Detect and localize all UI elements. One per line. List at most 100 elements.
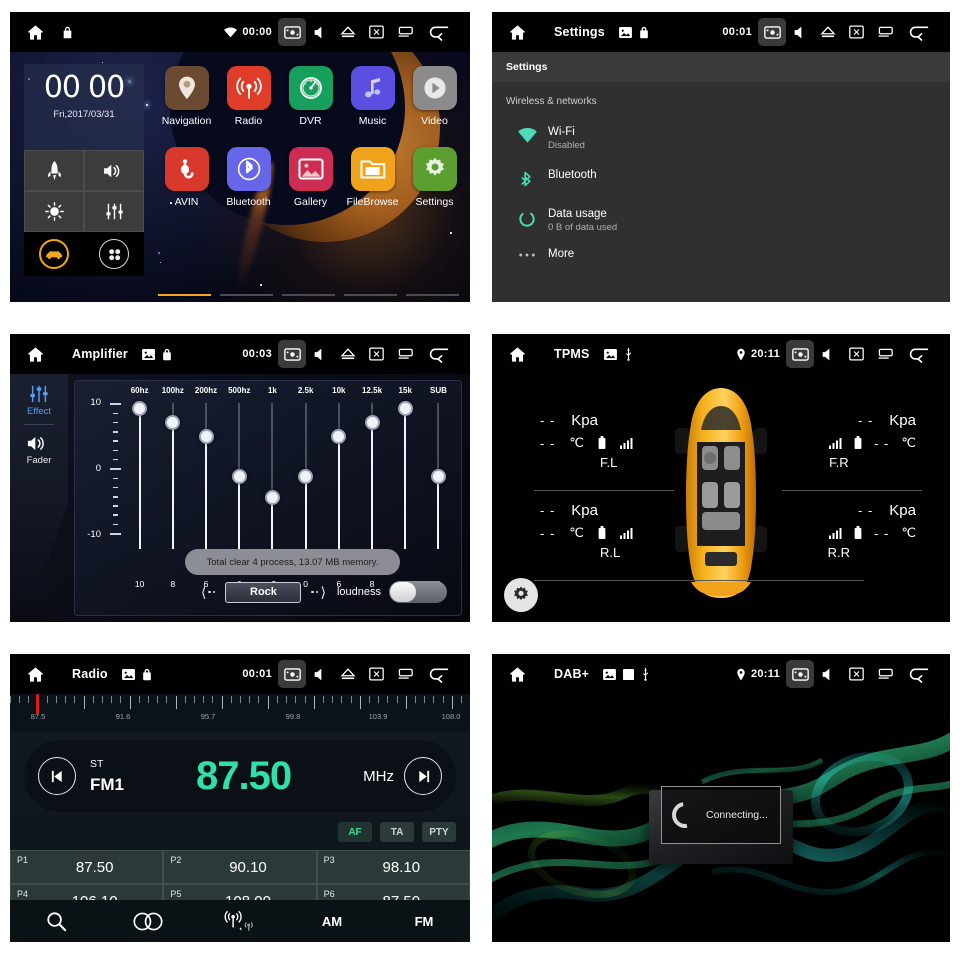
close-window-icon[interactable]	[362, 660, 390, 688]
screenshot-icon[interactable]	[278, 660, 306, 688]
app-music[interactable]: Music	[342, 66, 403, 127]
screenshot-icon[interactable]	[278, 340, 306, 368]
eq-slider-12-5k[interactable]	[355, 403, 388, 549]
loudness-toggle[interactable]	[389, 581, 447, 603]
recent-apps-icon[interactable]	[870, 340, 898, 368]
app-bluetooth[interactable]: Bluetooth	[218, 147, 279, 208]
screenshot-icon[interactable]	[758, 18, 786, 46]
next-station-button[interactable]	[404, 757, 442, 795]
tpms-wheel-fl[interactable]: - - Kpa - - ℃ F.L	[540, 412, 633, 470]
back-icon[interactable]	[898, 18, 938, 46]
apps-icon[interactable]	[84, 232, 144, 276]
preset-p1[interactable]: P1 87.50	[10, 850, 164, 884]
eject-icon[interactable]	[814, 18, 842, 46]
preset-p3[interactable]: P3 98.10	[316, 850, 470, 884]
clock-widget[interactable]: 00 00 Fri,2017/03/31	[24, 64, 144, 276]
tpms-wheel-rr[interactable]: - - Kpa - - ℃ R.R	[828, 502, 916, 560]
eq-slider-100hz[interactable]	[156, 403, 189, 549]
ta-button[interactable]: TA	[380, 822, 414, 842]
stereo-button[interactable]	[102, 912, 194, 931]
app-video[interactable]: Video	[404, 66, 465, 127]
tpms-wheel-fr[interactable]: - - Kpa - - ℃ F.R	[829, 412, 916, 470]
back-icon[interactable]	[418, 340, 458, 368]
app-avin[interactable]: AVIN	[156, 147, 217, 208]
back-icon[interactable]	[898, 660, 938, 688]
rocket-icon[interactable]	[24, 150, 84, 191]
brightness-icon[interactable]	[24, 191, 84, 232]
eject-icon[interactable]	[334, 18, 362, 46]
band-label[interactable]: FM1	[90, 775, 124, 795]
home-icon[interactable]	[22, 661, 48, 687]
recent-apps-icon[interactable]	[390, 340, 418, 368]
recent-apps-icon[interactable]	[870, 660, 898, 688]
app-filebrowse[interactable]: FileBrowse	[342, 147, 403, 208]
home-icon[interactable]	[504, 341, 530, 367]
mute-icon[interactable]	[306, 340, 334, 368]
screenshot-icon[interactable]	[786, 340, 814, 368]
equalizer-icon[interactable]	[84, 191, 144, 232]
rail-item-fader[interactable]: Fader	[10, 434, 68, 466]
eq-slider-sub[interactable]	[422, 403, 455, 549]
previous-station-button[interactable]	[38, 757, 76, 795]
mute-icon[interactable]	[786, 18, 814, 46]
back-icon[interactable]	[418, 18, 458, 46]
page-dot[interactable]	[344, 293, 397, 296]
recent-apps-icon[interactable]	[870, 18, 898, 46]
back-icon[interactable]	[418, 660, 458, 688]
close-window-icon[interactable]	[842, 340, 870, 368]
app-dvr[interactable]: DVR	[280, 66, 341, 127]
page-dot[interactable]	[158, 293, 211, 296]
back-icon[interactable]	[898, 340, 938, 368]
eject-icon[interactable]	[334, 340, 362, 368]
home-icon[interactable]	[22, 19, 48, 45]
app-navigation[interactable]: Navigation	[156, 66, 217, 127]
mute-icon[interactable]	[306, 18, 334, 46]
app-settings[interactable]: Settings	[404, 147, 465, 208]
mute-icon[interactable]	[814, 660, 842, 688]
page-dot[interactable]	[406, 293, 459, 296]
tpms-settings-button[interactable]	[504, 578, 538, 612]
settings-item-more[interactable]: More	[492, 242, 950, 260]
pty-button[interactable]: PTY	[422, 822, 456, 842]
close-window-icon[interactable]	[842, 660, 870, 688]
fm-button[interactable]: FM	[378, 914, 470, 929]
eq-slider-500hz[interactable]	[223, 403, 256, 549]
eq-slider-1k[interactable]	[256, 403, 289, 549]
page-dot[interactable]	[282, 293, 335, 296]
preset-p2[interactable]: P2 90.10	[163, 850, 317, 884]
eq-slider-2-5k[interactable]	[289, 403, 322, 549]
app-gallery[interactable]: Gallery	[280, 147, 341, 208]
close-window-icon[interactable]	[362, 18, 390, 46]
recent-apps-icon[interactable]	[390, 660, 418, 688]
rail-item-effect[interactable]: Effect	[10, 384, 68, 417]
search-button[interactable]	[10, 911, 102, 932]
close-window-icon[interactable]	[362, 340, 390, 368]
volume-icon[interactable]	[84, 150, 144, 191]
prev-preset-button[interactable]: ⟨	[201, 584, 216, 601]
settings-item-wifi[interactable]: Wi-Fi Disabled	[492, 117, 950, 160]
mute-icon[interactable]	[814, 340, 842, 368]
eject-icon[interactable]	[334, 660, 362, 688]
home-icon[interactable]	[22, 341, 48, 367]
preset-name[interactable]: Rock	[225, 581, 302, 603]
next-preset-button[interactable]: ⟩	[311, 584, 326, 601]
screenshot-icon[interactable]	[278, 18, 306, 46]
home-icon[interactable]	[504, 19, 530, 45]
mute-icon[interactable]	[306, 660, 334, 688]
close-window-icon[interactable]	[842, 18, 870, 46]
page-dot[interactable]	[220, 293, 273, 296]
frequency-ruler[interactable]: 87.5 91.6 95.7 99.8 103.9 108.0	[10, 694, 470, 732]
recent-apps-icon[interactable]	[390, 18, 418, 46]
eq-slider-60hz[interactable]	[123, 401, 156, 549]
car-icon[interactable]	[24, 232, 84, 276]
tpms-wheel-rl[interactable]: - - Kpa - - ℃ R.L	[540, 502, 633, 560]
screenshot-icon[interactable]	[786, 660, 814, 688]
settings-item-data-usage[interactable]: Data usage 0 B of data used	[492, 199, 950, 242]
af-button[interactable]: AF	[338, 822, 372, 842]
eq-slider-10k[interactable]	[322, 403, 355, 549]
am-button[interactable]: AM	[286, 914, 378, 929]
local-distance-button[interactable]	[194, 910, 286, 932]
home-icon[interactable]	[504, 661, 530, 687]
eq-slider-15k[interactable]	[389, 401, 422, 549]
settings-item-bluetooth[interactable]: Bluetooth	[492, 160, 950, 199]
